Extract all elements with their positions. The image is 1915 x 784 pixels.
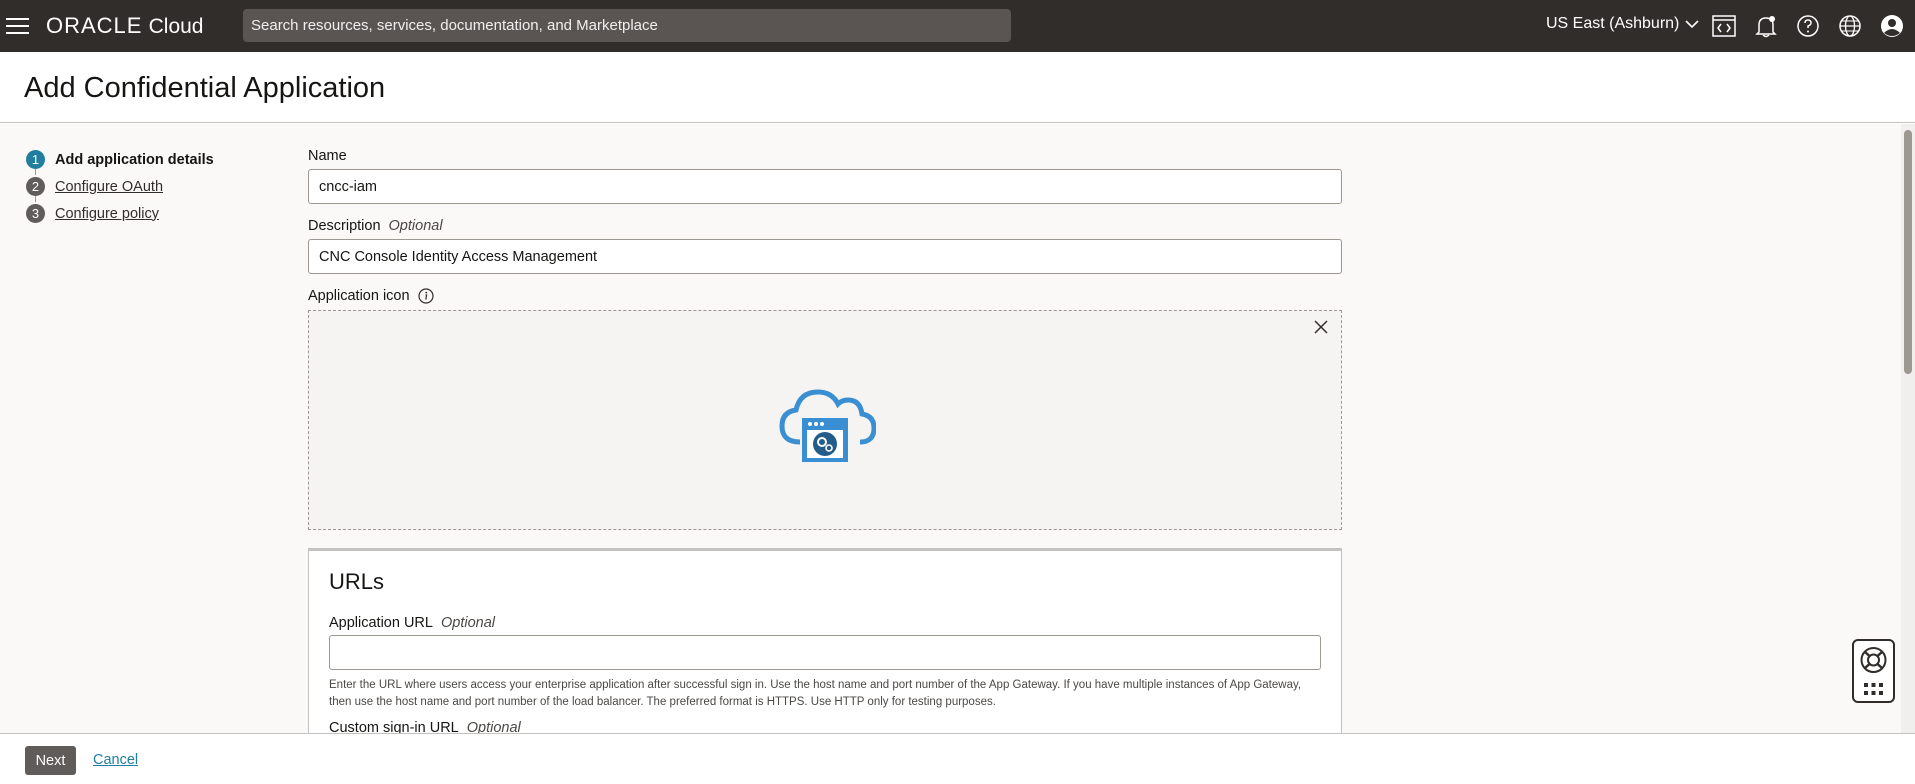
application-icon-dropzone[interactable] [308,310,1342,530]
application-url-hint: Enter the URL where users access your en… [329,679,1302,708]
name-input[interactable] [308,169,1342,204]
application-details-form: Name Description Optional Application ic… [308,148,1342,530]
description-input[interactable] [308,239,1342,274]
application-url-label: Application URL Optional [329,615,495,631]
step-number: 2 [26,177,45,196]
step-label[interactable]: Configure policy [55,206,159,222]
step-number: 3 [26,204,45,223]
step-configure-oauth[interactable]: 2 Configure OAuth [26,173,214,200]
app-grid-icon [1864,683,1883,695]
urls-section-title: URLs [329,569,385,594]
info-icon[interactable] [417,288,434,304]
application-icon-label-text: Application icon [308,288,410,304]
custom-signin-url-label-text: Custom sign-in URL [329,720,459,733]
step-label: Add application details [55,151,214,168]
description-label-text: Description [308,218,381,234]
page-title: Add Confidential Application [24,72,386,104]
language-globe-icon[interactable] [1837,13,1863,39]
main-content: 1 Add application details 2 Configure OA… [0,124,1915,733]
application-icon-label: Application icon [308,288,1342,304]
vertical-scrollbar[interactable] [1901,124,1915,733]
wizard-footer: Next Cancel [0,733,1915,784]
oracle-cloud-logo[interactable]: ORACLE Cloud [46,13,203,40]
help-support-widget[interactable] [1852,639,1895,703]
name-label: Name [308,148,1342,164]
notifications-bell-icon[interactable] [1753,13,1779,39]
global-search-input[interactable] [243,9,1011,42]
step-label[interactable]: Configure OAuth [55,179,163,195]
region-selector[interactable]: US East (Ashburn) [1546,15,1699,33]
logo-product: Cloud [148,15,204,38]
lifebuoy-icon [1860,647,1887,673]
user-profile-icon[interactable] [1879,13,1905,39]
description-label: Description Optional [308,218,1342,234]
cancel-link[interactable]: Cancel [93,752,138,768]
custom-signin-url-label: Custom sign-in URL Optional [329,720,521,733]
step-add-application-details: 1 Add application details [26,146,214,173]
step-number: 1 [26,150,45,169]
help-icon[interactable] [1795,13,1821,39]
logo-brand: ORACLE [46,13,143,38]
page-header: Add Confidential Application [0,52,1915,123]
optional-tag: Optional [466,720,521,733]
hamburger-menu-icon[interactable] [6,14,30,38]
chevron-down-icon [1685,20,1699,29]
next-button[interactable]: Next [25,746,76,775]
scrollbar-thumb[interactable] [1904,130,1912,374]
optional-tag: Optional [440,615,495,631]
wizard-steps: 1 Add application details 2 Configure OA… [26,146,214,227]
close-icon[interactable] [1311,317,1331,337]
cloud-shell-icon[interactable] [1711,13,1737,39]
top-navigation-bar: ORACLE Cloud US East (Ashburn) [0,0,1915,52]
application-url-input[interactable] [329,635,1321,670]
name-label-text: Name [308,148,347,164]
application-url-label-text: Application URL [329,615,433,631]
step-configure-policy[interactable]: 3 Configure policy [26,200,214,227]
urls-section: URLs Application URL Optional Enter the … [308,548,1342,733]
application-cloud-icon [779,389,876,462]
optional-tag: Optional [388,218,443,234]
region-label: US East (Ashburn) [1546,15,1680,32]
